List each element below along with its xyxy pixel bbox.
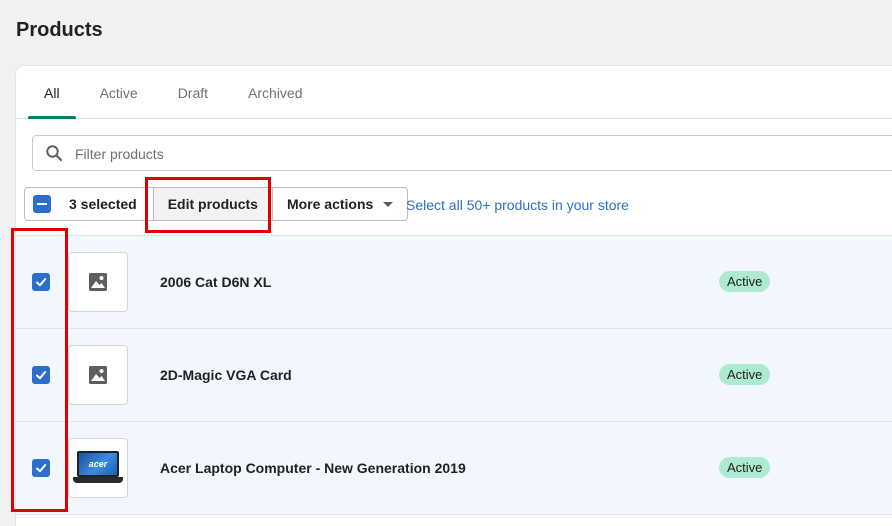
product-list: 2006 Cat D6N XL Active 2D-Magic VGA Card… <box>16 235 892 515</box>
image-placeholder-icon <box>89 273 107 291</box>
product-name[interactable]: Acer Laptop Computer - New Generation 20… <box>160 422 466 514</box>
laptop-screen: acer <box>77 451 119 477</box>
more-actions-button[interactable]: More actions <box>271 187 409 221</box>
status-badge: Active <box>719 364 771 385</box>
edit-products-button[interactable]: Edit products <box>152 187 273 221</box>
tab-all[interactable]: All <box>28 66 76 119</box>
checkmark-icon <box>36 464 47 473</box>
select-all-link[interactable]: Select all 50+ products in your store <box>406 187 629 221</box>
row-checkbox[interactable] <box>32 366 50 384</box>
laptop-photo: acer <box>73 451 123 485</box>
search-icon <box>45 144 63 162</box>
tab-draft[interactable]: Draft <box>162 66 224 118</box>
product-row[interactable]: 2006 Cat D6N XL Active <box>16 235 892 329</box>
product-name[interactable]: 2D-Magic VGA Card <box>160 329 292 421</box>
tab-archived[interactable]: Archived <box>232 66 318 118</box>
product-thumbnail: acer <box>68 438 128 498</box>
page-title: Products <box>16 19 103 41</box>
tab-bar: All Active Draft Archived <box>16 66 892 119</box>
selection-count-button[interactable]: 3 selected <box>24 187 154 221</box>
tab-active[interactable]: Active <box>84 66 154 118</box>
status-badge: Active <box>719 457 771 478</box>
selected-count-label: 3 selected <box>69 196 137 212</box>
filter-field[interactable] <box>32 135 892 172</box>
checkmark-icon <box>36 371 47 380</box>
more-actions-label: More actions <box>286 196 374 212</box>
row-checkbox[interactable] <box>32 459 50 477</box>
deselect-checkbox[interactable] <box>33 195 51 213</box>
caret-down-icon <box>383 201 394 207</box>
checkmark-icon <box>36 278 47 287</box>
product-thumbnail <box>68 345 128 405</box>
product-name[interactable]: 2006 Cat D6N XL <box>160 236 271 328</box>
laptop-base <box>73 477 123 483</box>
products-card: All Active Draft Archived 3 selected Edi… <box>16 66 892 526</box>
bulk-actions-bar: 3 selected Edit products More actions <box>24 187 409 221</box>
row-checkbox[interactable] <box>32 273 50 291</box>
product-thumbnail <box>68 252 128 312</box>
product-row[interactable]: acer Acer Laptop Computer - New Generati… <box>16 422 892 515</box>
status-badge: Active <box>719 271 771 292</box>
filter-products-input[interactable] <box>73 136 892 172</box>
image-placeholder-icon <box>89 366 107 384</box>
product-row[interactable]: 2D-Magic VGA Card Active <box>16 329 892 422</box>
